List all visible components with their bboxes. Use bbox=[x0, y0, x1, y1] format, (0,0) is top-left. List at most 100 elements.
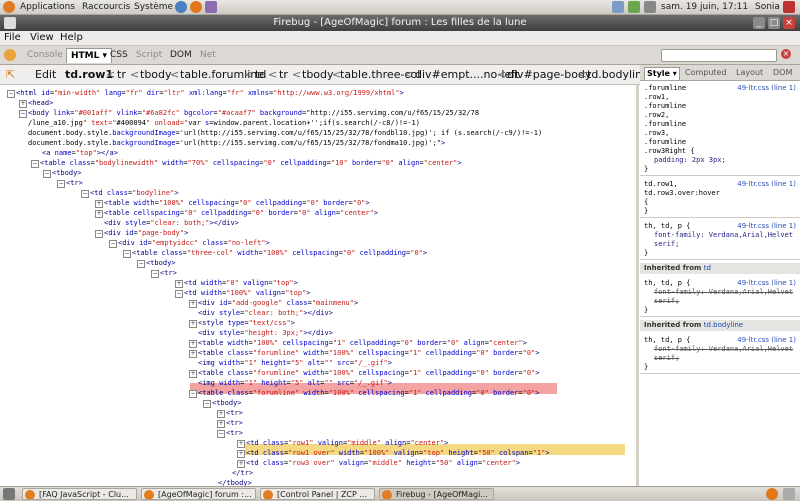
battery-icon[interactable] bbox=[628, 1, 640, 13]
minimize-icon[interactable]: _ bbox=[753, 17, 765, 29]
tab-console[interactable]: Console bbox=[27, 48, 63, 62]
collapse-node-icon[interactable]: − bbox=[123, 250, 131, 258]
task-ageofmagic-forum[interactable]: [AgeOfMagic] forum :... bbox=[141, 488, 256, 500]
html-node-line[interactable]: <td class="bodyline"> bbox=[90, 188, 179, 198]
search-input[interactable] bbox=[661, 49, 777, 62]
html-node-line[interactable]: <tr> bbox=[226, 428, 243, 438]
collapse-node-icon[interactable]: − bbox=[175, 290, 183, 298]
tab-dom[interactable]: DOM bbox=[170, 48, 192, 62]
collapse-node-icon[interactable]: − bbox=[217, 430, 225, 438]
html-node-line[interactable]: <td width="0" valign="top"> bbox=[184, 278, 298, 288]
crumb-2[interactable]: tbody bbox=[140, 65, 172, 84]
html-node-line[interactable]: <tr> bbox=[160, 268, 177, 278]
expand-node-icon[interactable]: + bbox=[189, 340, 197, 348]
close-window-icon[interactable]: × bbox=[783, 17, 795, 29]
html-node-line[interactable]: <a name="top"></a> bbox=[42, 148, 118, 158]
html-node-line[interactable]: <table width="100%" cellspacing="0" cell… bbox=[104, 198, 370, 208]
tab-html[interactable]: HTML ▾ bbox=[66, 48, 113, 63]
tab-script[interactable]: Script bbox=[136, 48, 162, 62]
side-tab-layout[interactable]: Layout bbox=[736, 67, 763, 79]
expand-node-icon[interactable]: + bbox=[237, 440, 245, 448]
user-menu[interactable]: Sonia bbox=[755, 0, 780, 14]
html-tree-panel[interactable]: − <html id="min-width" lang="fr" dir="ltr… bbox=[0, 85, 636, 486]
task-firebug[interactable]: Firebug - [AgeOfMagi... bbox=[379, 488, 494, 500]
collapse-node-icon[interactable]: − bbox=[19, 110, 27, 118]
css-property[interactable]: serif; bbox=[654, 239, 679, 249]
menu-help[interactable]: Help bbox=[60, 31, 83, 45]
tab-net[interactable]: Net bbox=[200, 48, 216, 62]
expand-node-icon[interactable]: + bbox=[95, 210, 103, 218]
html-node-line[interactable]: <style type="text/css"> bbox=[198, 318, 295, 328]
crumb-5[interactable]: tr bbox=[279, 65, 288, 84]
collapse-node-icon[interactable]: − bbox=[137, 260, 145, 268]
html-node-line[interactable]: <tr> bbox=[226, 408, 243, 418]
inherited-element-link[interactable]: td.bodyline bbox=[704, 321, 743, 329]
html-node-line[interactable]: <img width="1" height="5" alt="" src="/_… bbox=[198, 378, 392, 388]
html-node-line[interactable]: <tr> bbox=[66, 178, 83, 188]
side-tab-computed[interactable]: Computed bbox=[685, 67, 727, 79]
collapse-node-icon[interactable]: − bbox=[7, 90, 15, 98]
menu-view[interactable]: View bbox=[30, 31, 54, 45]
html-node-line[interactable]: <tbody> bbox=[212, 398, 242, 408]
trash-icon[interactable] bbox=[783, 488, 795, 500]
html-node-line[interactable]: <table class="forumline" width="100%" ce… bbox=[198, 388, 540, 398]
html-node-line[interactable]: <table class="bodylinewidth" width="70%"… bbox=[40, 158, 462, 168]
crumb-1[interactable]: tr bbox=[117, 65, 126, 84]
html-node-line[interactable]: <head> bbox=[28, 98, 53, 108]
html-node-line[interactable]: <tbody> bbox=[52, 168, 82, 178]
menu-file[interactable]: File bbox=[4, 31, 21, 45]
side-tab-dom[interactable]: DOM bbox=[773, 67, 792, 79]
network-icon[interactable] bbox=[612, 1, 624, 13]
expand-node-icon[interactable]: + bbox=[95, 200, 103, 208]
tab-css[interactable]: CSS bbox=[110, 48, 128, 62]
collapse-node-icon[interactable]: − bbox=[31, 160, 39, 168]
expand-node-icon[interactable]: + bbox=[237, 460, 245, 468]
html-node-line[interactable]: <table class="forumline" width="100%" ce… bbox=[198, 368, 540, 378]
expand-node-icon[interactable]: + bbox=[189, 350, 197, 358]
task-faq-javascript[interactable]: [FAQ JavaScript - Clu... bbox=[22, 488, 137, 500]
edit-button[interactable]: Edit bbox=[35, 65, 56, 84]
html-node-line[interactable]: <tbody> bbox=[146, 258, 176, 268]
html-node-line[interactable]: <div style="height: 3px;"></div> bbox=[198, 328, 333, 338]
html-node-line[interactable]: <table class="forumline" width="100%" ce… bbox=[198, 348, 540, 358]
crumb-4[interactable]: td bbox=[255, 65, 266, 84]
inspect-icon[interactable]: ⇱ bbox=[6, 65, 15, 84]
html-node-line[interactable]: <table cellspacing="0" cellpadding="0" b… bbox=[104, 208, 378, 218]
html-node-line[interactable]: /lune_a10.jpg" text="#400094" onload="va… bbox=[28, 118, 420, 128]
firefox-tray-icon[interactable] bbox=[766, 488, 778, 500]
html-node-line[interactable]: <td class="row3 over" valign="middle" he… bbox=[246, 458, 520, 468]
collapse-node-icon[interactable]: − bbox=[43, 170, 51, 178]
html-node-line[interactable]: <body link="#001aff" vlink="#6a82fc" bgc… bbox=[28, 108, 479, 118]
crumb-6[interactable]: tbody bbox=[302, 65, 334, 84]
expand-node-icon[interactable]: + bbox=[189, 370, 197, 378]
close-firebug-icon[interactable]: × bbox=[781, 49, 791, 59]
power-icon[interactable] bbox=[783, 1, 795, 13]
css-source-link[interactable]: 49-ltr.css (line 1) bbox=[737, 83, 796, 93]
expand-node-icon[interactable]: + bbox=[19, 100, 27, 108]
collapse-node-icon[interactable]: − bbox=[81, 190, 89, 198]
collapse-node-icon[interactable]: − bbox=[95, 230, 103, 238]
style-panel[interactable]: .forumline .row1, .forumline .row2, .forumli… bbox=[640, 81, 800, 486]
css-property[interactable]: padding: 2px 3px; bbox=[654, 155, 726, 165]
applications-menu[interactable]: Applications bbox=[20, 0, 75, 14]
html-node-line[interactable]: <td width="100%" valign="top"> bbox=[184, 288, 311, 298]
collapse-node-icon[interactable]: − bbox=[203, 400, 211, 408]
expand-node-icon[interactable]: + bbox=[189, 320, 197, 328]
html-node-line[interactable]: </tr> bbox=[232, 468, 253, 478]
browser-launcher-icon[interactable] bbox=[175, 1, 187, 13]
html-panel-scrollbar[interactable] bbox=[636, 85, 639, 486]
html-node-line[interactable]: <tr> bbox=[226, 418, 243, 428]
volume-icon[interactable] bbox=[644, 1, 656, 13]
html-node-line[interactable]: <table width="100%" cellspacing="1" cell… bbox=[198, 338, 527, 348]
collapse-node-icon[interactable]: − bbox=[57, 180, 65, 188]
html-node-line[interactable]: <img width="1" height="5" alt="" src="/_… bbox=[198, 358, 392, 368]
expand-node-icon[interactable]: + bbox=[189, 300, 197, 308]
clock[interactable]: sam. 19 juin, 17:11 bbox=[661, 0, 748, 14]
inherited-element-link[interactable]: td bbox=[704, 264, 711, 272]
html-node-line[interactable]: <div id="add-google" class="mainmenu"> bbox=[198, 298, 358, 308]
html-node-line[interactable]: <html id="min-width" lang="fr" dir="ltr"… bbox=[16, 88, 404, 98]
expand-node-icon[interactable]: + bbox=[217, 410, 225, 418]
collapse-node-icon[interactable]: − bbox=[189, 390, 197, 398]
firebug-icon[interactable] bbox=[4, 49, 16, 61]
mail-launcher-icon[interactable] bbox=[205, 1, 217, 13]
